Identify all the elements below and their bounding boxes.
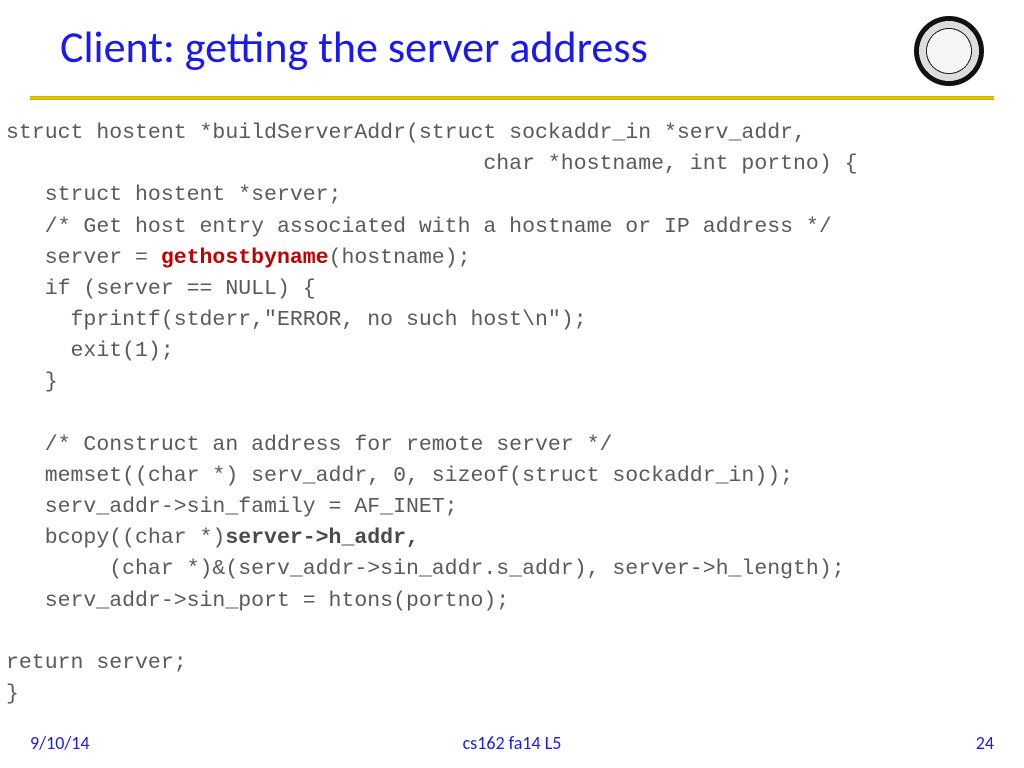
code-line: } bbox=[6, 370, 58, 394]
code-line: return server; bbox=[6, 651, 187, 675]
code-line: } bbox=[6, 682, 19, 706]
code-line: /* Construct an address for remote serve… bbox=[6, 433, 612, 457]
divider bbox=[30, 96, 994, 100]
code-line: server = bbox=[6, 246, 161, 270]
code-line: struct hostent *server; bbox=[6, 183, 341, 207]
title-row: Client: getting the server address bbox=[0, 20, 1024, 86]
code-block: struct hostent *buildServerAddr(struct s… bbox=[0, 118, 1024, 710]
code-line: if (server == NULL) { bbox=[6, 277, 316, 301]
code-line: bcopy((char *) bbox=[6, 526, 225, 550]
code-keyword: gethostbyname bbox=[161, 246, 329, 270]
code-line: serv_addr->sin_family = AF_INET; bbox=[6, 495, 458, 519]
footer-course: cs162 fa14 L5 bbox=[0, 732, 1024, 754]
code-line: memset((char *) serv_addr, 0, sizeof(str… bbox=[6, 464, 793, 488]
university-seal-icon bbox=[914, 16, 984, 86]
code-line: serv_addr->sin_port = htons(portno); bbox=[6, 589, 509, 613]
code-line: (hostname); bbox=[329, 246, 471, 270]
slide-title: Client: getting the server address bbox=[60, 20, 914, 74]
code-line: char *hostname, int portno) { bbox=[6, 152, 858, 176]
code-line: fprintf(stderr,"ERROR, no such host\n"); bbox=[6, 308, 587, 332]
code-bold: server->h_addr, bbox=[225, 526, 419, 550]
code-line: exit(1); bbox=[6, 339, 174, 363]
code-line: /* Get host entry associated with a host… bbox=[6, 215, 832, 239]
code-line: (char *)&(serv_addr->sin_addr.s_addr), s… bbox=[6, 557, 845, 581]
footer: 9/10/14 cs162 fa14 L5 24 bbox=[0, 732, 1024, 754]
slide: Client: getting the server address struc… bbox=[0, 0, 1024, 768]
code-line: struct hostent *buildServerAddr(struct s… bbox=[6, 121, 806, 145]
